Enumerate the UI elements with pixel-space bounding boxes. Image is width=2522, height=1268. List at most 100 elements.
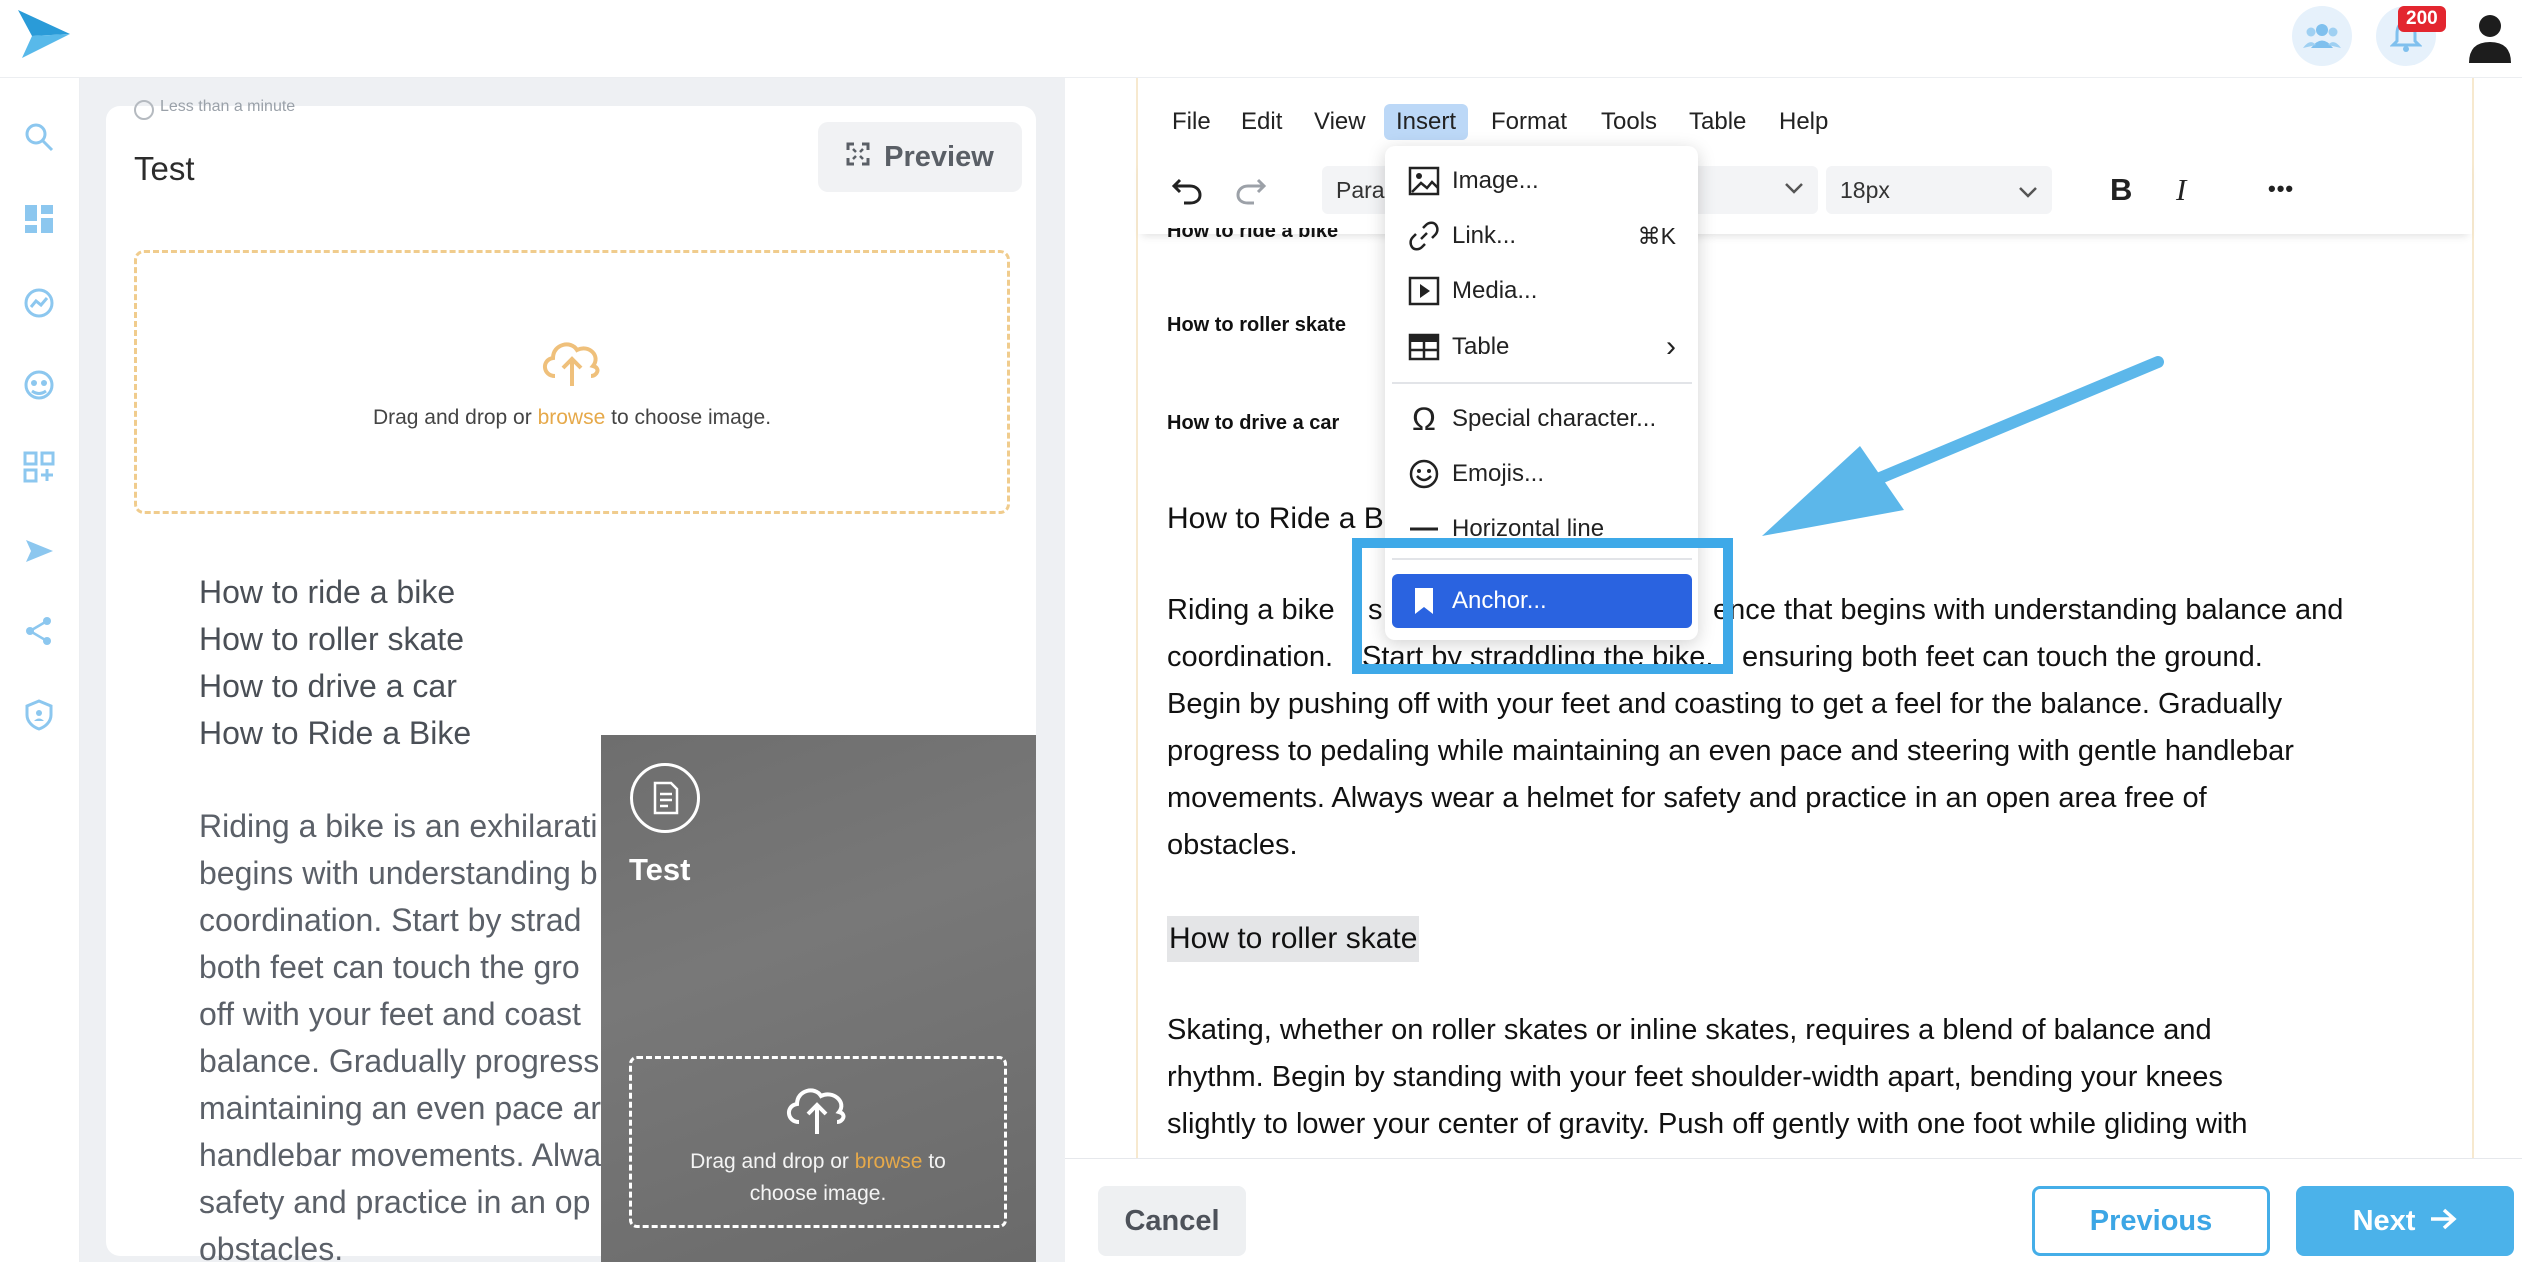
italic-button[interactable]: I [2176,172,2186,208]
menu-item-emojis[interactable]: Emojis... [1392,449,1692,499]
read-time: Less than a minute [160,98,296,115]
chevron-right-icon: › [1666,330,1676,363]
dashboard-icon[interactable] [16,196,62,242]
paragraph-line: coordination. Start by strad [199,902,582,938]
preview-button[interactable]: Preview [818,122,1022,192]
chevron-down-icon [1784,181,1804,199]
browse-link[interactable]: browse [538,406,606,429]
menu-item-label: Emojis... [1452,460,1545,487]
annotation-arrow-icon [1760,350,2170,550]
cancel-button[interactable]: Cancel [1098,1186,1246,1256]
menu-table[interactable]: Table [1677,104,1758,140]
editor-line: obstacles. [1167,829,1298,861]
dropzone-text: Drag and drop or browse to choose image. [134,406,1010,430]
editor-line: ence that begins with understanding bala… [1713,594,2344,626]
apps-icon[interactable] [16,444,62,490]
omega-icon: Ω [1412,400,1436,437]
team-icon[interactable] [2292,6,2352,66]
menu-divider [1392,382,1692,384]
drop-text-prefix: Drag and drop or [372,406,532,429]
menu-tools[interactable]: Tools [1589,104,1669,140]
paragraph-line: begins with understanding b [199,855,598,891]
editor-toc-item[interactable]: How to drive a car [1167,412,1339,435]
previous-button[interactable]: Previous [2032,1186,2270,1256]
menu-item-label: Media... [1452,277,1538,304]
font-size-value: 18px [1840,176,1890,203]
menu-help[interactable]: Help [1767,104,1840,140]
table-icon [1392,333,1448,361]
menu-file[interactable]: File [1160,104,1223,140]
arrow-right-icon [2429,1205,2458,1238]
share-icon[interactable] [16,608,62,654]
toc-item[interactable]: How to ride a bike [199,574,455,611]
font-family-select[interactable] [1690,166,1818,214]
menu-item-image[interactable]: Image... [1392,156,1692,206]
browse-link[interactable]: browse [855,1150,923,1173]
drop-text-suffix: to choose image. [611,406,772,429]
menu-insert[interactable]: Insert [1384,104,1469,140]
editor-line: Riding a bike [1167,594,1335,626]
toc-item[interactable]: How to Ride a Bike [199,715,471,752]
menu-edit[interactable]: Edit [1229,104,1294,140]
support-icon[interactable] [16,362,62,408]
toc-item[interactable]: How to roller skate [199,621,464,658]
paragraph-line: safety and practice in an op [199,1184,591,1220]
link-icon [1392,220,1448,252]
paragraph-line: balance. Gradually progress [199,1043,600,1079]
paragraph-line: off with your feet and coast [199,996,581,1032]
menu-item-media[interactable]: Media... [1392,266,1692,316]
menu-item-table[interactable]: Table › [1392,322,1692,372]
editor-toc-item[interactable]: How to roller skate [1167,314,1346,337]
editor-line: coordination. [1167,641,1334,673]
menu-item-special-character[interactable]: Ω Special character... [1392,394,1692,444]
editor-line: ensuring both feet can touch the ground. [1742,641,2263,673]
editor-line: progress to pedaling while maintaining a… [1167,735,2294,767]
overlay-drop-text: Drag and drop or browse to choose image. [640,1146,996,1210]
next-label: Next [2352,1204,2416,1237]
redo-icon[interactable] [1234,172,1268,206]
undo-icon[interactable] [1170,172,1204,206]
shield-icon[interactable] [16,692,62,738]
clock-icon [134,100,154,120]
editor-line: Begin by pushing off with your feet and … [1167,688,2283,720]
send-icon[interactable] [16,528,62,574]
logo-icon[interactable] [14,6,74,62]
emoji-icon [1392,458,1448,490]
menu-item-label: Table [1452,333,1510,360]
toc-item[interactable]: How to drive a car [199,668,457,705]
menu-view[interactable]: View [1302,104,1378,140]
paragraph-line: obstacles. [199,1231,344,1267]
editor-line: rhythm. Begin by standing with your feet… [1167,1061,2223,1093]
horizontal-line-icon [1392,524,1448,534]
editor-heading-highlight: How to roller skate [1167,916,1420,962]
drop-text-line2: choose image. [749,1182,887,1205]
paragraph-line: Riding a bike is an exhilarati [199,808,598,844]
analytics-icon[interactable] [16,280,62,326]
top-bar [0,0,2522,78]
paragraph-line: handlebar movements. Alwa [199,1137,601,1173]
sidebar [0,78,80,1262]
menu-item-label: Image... [1452,167,1539,194]
drop-text-mid: to [928,1150,946,1173]
next-button[interactable]: Next [2296,1186,2514,1256]
image-icon [1392,166,1448,196]
block-format-select[interactable]: Para [1322,166,1390,214]
search-icon[interactable] [16,114,62,160]
menu-format[interactable]: Format [1479,104,1579,140]
editor-heading: How to Ride a B [1167,502,1384,535]
editor-line: slightly to lower your center of gravity… [1167,1108,2248,1140]
cloud-upload-icon [537,330,607,390]
more-button[interactable]: ••• [2268,176,2294,202]
bold-button[interactable]: B [2110,172,2132,208]
menu-item-link[interactable]: Link... ⌘K [1392,211,1692,261]
menu-item-label: Special character... [1452,405,1657,432]
media-icon [1392,276,1448,306]
chevron-down-icon [2018,177,2038,204]
menu-item-shortcut: ⌘K [1637,222,1676,249]
annotation-highlight-box [1352,538,1733,674]
paragraph-line: both feet can touch the gro [199,949,580,985]
paragraph-line: maintaining an even pace ar [199,1090,602,1126]
notification-badge: 200 [2398,6,2446,32]
user-icon[interactable] [2466,12,2514,64]
font-size-select[interactable]: 18px [1826,166,2052,214]
